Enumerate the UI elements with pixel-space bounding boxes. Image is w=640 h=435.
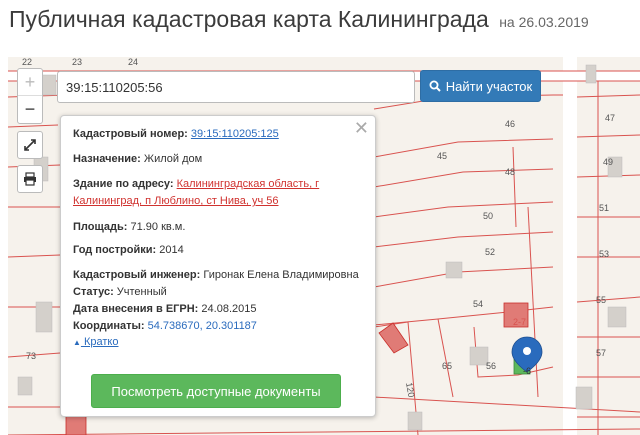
search-icon — [429, 80, 441, 92]
egrn-row: Дата внесения в ЕГРН: 24.08.2015 — [73, 301, 256, 317]
plot-label: 50 — [483, 211, 493, 221]
address-link-line2[interactable]: Калининград, п Люблино, ст Нива, уч 56 — [73, 195, 278, 207]
cadastral-search-input[interactable] — [57, 71, 415, 103]
purpose-row: Назначение: Жилой дом — [73, 151, 202, 167]
plot-label: 57 — [596, 348, 606, 358]
zoom-out-button[interactable]: − — [18, 96, 42, 122]
purpose-label: Назначение: — [73, 153, 141, 165]
address-row: Здание по адресу: Калининградская област… — [73, 176, 319, 192]
plot-label: 73 — [26, 351, 36, 361]
plot-label: 65 — [442, 361, 452, 371]
status-label: Статус: — [73, 286, 114, 298]
date-label: на 26.03.2019 — [499, 14, 589, 30]
status-value: Учтенный — [116, 286, 167, 298]
caret-up-icon: ▲ — [73, 338, 81, 347]
fullscreen-button[interactable] — [17, 131, 43, 159]
find-plot-label: Найти участок — [445, 78, 533, 94]
plot-label: 53 — [599, 249, 609, 259]
area-label: Площадь: — [73, 221, 128, 233]
plot-label: 22 — [22, 57, 32, 67]
expand-icon — [24, 139, 36, 151]
page-title-text: Публичная кадастровая карта Калининграда — [9, 6, 489, 32]
plot-label: 55 — [596, 295, 606, 305]
coords-value: 54.738670, 20.301187 — [147, 320, 257, 332]
coords-row: Координаты: 54.738670, 20.301187 — [73, 318, 257, 334]
plot-label: 47 — [605, 113, 615, 123]
plot-label: 54 — [473, 299, 483, 309]
engineer-label: Кадастровый инженер: — [73, 269, 201, 281]
year-row: Год постройки: 2014 — [73, 242, 184, 258]
cadastral-label: Кадастровый номер: — [73, 128, 188, 140]
cadastral-link[interactable]: 39:15:110205:125 — [191, 128, 279, 140]
plot-label: 46 — [505, 119, 515, 129]
year-label: Год постройки: — [73, 244, 157, 256]
plot-label: 51 — [599, 203, 609, 213]
egrn-value: 24.08.2015 — [201, 303, 257, 315]
find-plot-button[interactable]: Найти участок — [420, 70, 541, 102]
purpose-value: Жилой дом — [143, 153, 203, 165]
page-title: Публичная кадастровая карта Калининграда… — [9, 6, 589, 33]
zoom-in-button[interactable]: + — [18, 69, 42, 96]
cadastral-row: Кадастровый номер: 39:15:110205:125 — [73, 126, 279, 142]
brief-label: Кратко — [83, 336, 119, 348]
printer-icon — [24, 172, 36, 186]
plot-label: 23 — [72, 57, 82, 67]
area-row: Площадь: 71.90 кв.м. — [73, 219, 185, 235]
brief-toggle[interactable]: ▲ Кратко — [73, 336, 118, 348]
status-row: Статус: Учтенный — [73, 284, 167, 300]
plot-label: 48 — [505, 167, 515, 177]
plot-label: 45 — [437, 151, 447, 161]
plot-label: 56 — [486, 361, 496, 371]
print-button[interactable] — [17, 165, 43, 193]
address-link-line1[interactable]: Калининградская область, г — [177, 178, 320, 190]
coords-label: Координаты: — [73, 320, 145, 332]
marker-label: 2-7 — [513, 317, 526, 327]
address-label: Здание по адресу: — [73, 178, 174, 190]
view-documents-button[interactable]: Посмотреть доступные документы — [91, 374, 341, 408]
egrn-label: Дата внесения в ЕГРН: — [73, 303, 199, 315]
area-value: 71.90 кв.м. — [130, 221, 186, 233]
address-row-2: Калининград, п Люблино, ст Нива, уч 56 — [73, 193, 278, 209]
plot-info-popup: ✕ Кадастровый номер: 39:15:110205:125 На… — [60, 115, 376, 417]
marker-label: -6 — [523, 366, 531, 376]
plot-label: 49 — [603, 157, 613, 167]
engineer-row: Кадастровый инженер: Гиронак Елена Влади… — [73, 267, 359, 283]
zoom-control: + − — [17, 68, 43, 124]
year-value: 2014 — [159, 244, 184, 256]
road — [563, 57, 577, 435]
plot-label: 52 — [485, 247, 495, 257]
plot-label: 24 — [128, 57, 138, 67]
engineer-value: Гиронак Елена Владимировна — [203, 269, 359, 281]
page-header: Публичная кадастровая карта Калининграда… — [0, 0, 640, 52]
close-icon[interactable]: ✕ — [354, 119, 369, 137]
